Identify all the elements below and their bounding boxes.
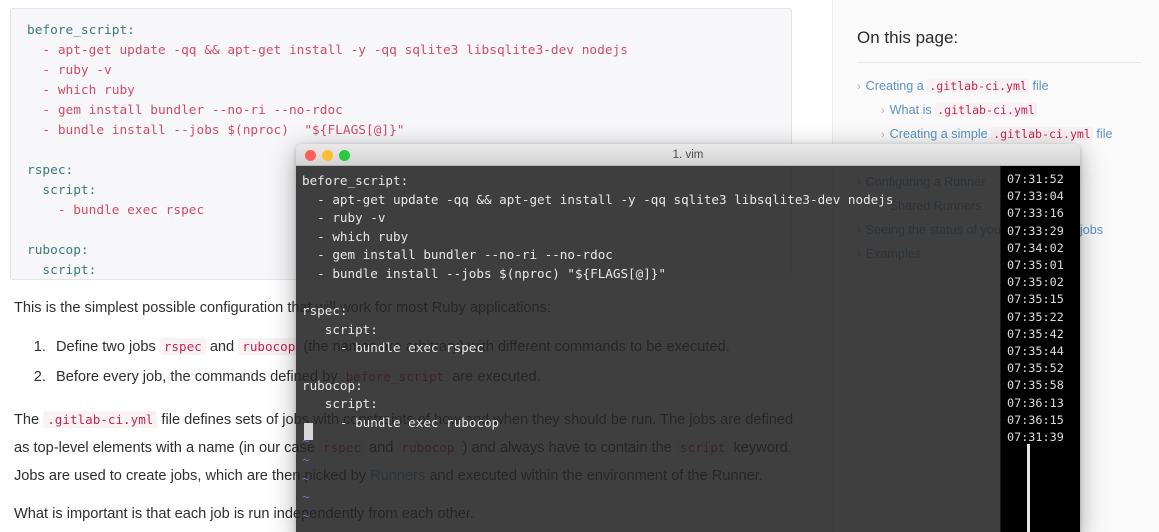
timestamp-scroll-indicator xyxy=(1027,444,1030,532)
timestamp-entry: 07:36:13 xyxy=(1007,395,1064,410)
chevron-right-icon: › xyxy=(881,129,885,141)
timestamp-column: 07:31:52 07:33:04 07:33:16 07:33:29 07:34:02… xyxy=(1000,166,1080,532)
intro-paragraph-prefix: This is the simplest possible configurat… xyxy=(14,300,316,316)
code-value: - ruby -v xyxy=(27,63,112,78)
toc-inline-code: .gitlab-ci.yml xyxy=(935,103,1037,117)
timestamp-entry: 07:31:52 xyxy=(1007,172,1064,186)
timestamp-entry: 07:36:15 xyxy=(1007,412,1064,427)
toc-link[interactable]: Creating a simple .gitlab-ci.yml file xyxy=(890,127,1113,141)
timestamp-entry: 07:35:22 xyxy=(1007,309,1064,324)
code-key: script: xyxy=(27,183,97,198)
code-value: - apt-get update -qq && apt-get install … xyxy=(27,43,628,58)
vim-editor-pane[interactable]: before_script: - apt-get update -qq && a… xyxy=(302,172,1002,525)
inline-code-rubocop: rubocop xyxy=(238,338,300,355)
yml-para-a: The xyxy=(14,412,44,428)
step-text: Define two jobs xyxy=(56,339,160,355)
timestamp-entry: 07:35:01 xyxy=(1007,258,1064,273)
vim-empty-line-marker: ~ xyxy=(302,489,310,505)
sidebar-divider xyxy=(857,62,1141,63)
code-value: - which ruby xyxy=(27,83,135,98)
code-line: - which ruby xyxy=(27,81,775,101)
timestamp-entry: 07:31:39 xyxy=(1007,430,1064,445)
code-key: rspec: xyxy=(27,163,74,178)
minimize-icon[interactable] xyxy=(322,150,333,161)
timestamp-entry: 07:35:15 xyxy=(1007,292,1064,307)
vim-line xyxy=(302,284,1002,303)
timestamp-entry: 07:35:42 xyxy=(1007,326,1064,341)
code-key: before_script: xyxy=(27,23,135,38)
toc-link[interactable]: Creating a .gitlab-ci.yml file xyxy=(866,79,1049,93)
vim-empty-line-marker: ~ xyxy=(302,507,310,523)
toc-item[interactable]: › Creating a .gitlab-ci.yml file xyxy=(857,75,1141,99)
vim-line: - bundle install --jobs $(nproc) "${FLAG… xyxy=(302,265,666,281)
code-line: before_script: xyxy=(27,21,775,41)
code-value: - gem install bundler --no-ri --no-rdoc xyxy=(27,103,343,118)
vim-cursor xyxy=(304,423,313,440)
code-key: script: xyxy=(27,263,97,278)
timestamp-entry: 07:34:02 xyxy=(1007,240,1064,255)
toc-link[interactable]: What is .gitlab-ci.yml xyxy=(890,103,1037,117)
vim-line: - ruby -v xyxy=(302,210,386,226)
toc-label-suffix: file xyxy=(1029,79,1049,93)
inline-code-gitlab-ci-yml: .gitlab-ci.yml xyxy=(43,411,158,428)
vim-line: rspec: xyxy=(302,303,348,319)
timestamp-entry: 07:33:16 xyxy=(1007,206,1064,221)
close-icon[interactable] xyxy=(305,150,316,161)
code-line: - apt-get update -qq && apt-get install … xyxy=(27,41,775,61)
code-value: - bundle exec rspec xyxy=(27,203,205,218)
toc-label-suffix: file xyxy=(1092,127,1113,141)
vim-empty-line-marker: ~ xyxy=(302,470,310,486)
toc-label: Creating a simple xyxy=(889,127,992,141)
vim-line: - gem install bundler --no-ri --no-rdoc xyxy=(302,247,613,263)
code-line: - ruby -v xyxy=(27,61,775,81)
terminal-titlebar[interactable]: 1. vim xyxy=(296,144,1080,166)
toc-label: Creating a xyxy=(865,79,928,93)
vim-empty-line-marker: ~ xyxy=(302,433,310,449)
code-line: - gem install bundler --no-ri --no-rdoc xyxy=(27,101,775,121)
toc-inline-code: .gitlab-ci.yml xyxy=(991,127,1093,141)
vim-line: - bundle exec rubocop xyxy=(302,414,500,430)
chevron-right-icon: › xyxy=(857,81,861,93)
vim-line: before_script: xyxy=(302,173,409,188)
inline-code-rspec: rspec xyxy=(159,338,206,355)
vim-line: - apt-get update -qq && apt-get install … xyxy=(302,191,894,207)
chevron-right-icon: › xyxy=(881,105,885,117)
terminal-window[interactable]: 1. vim before_script: - apt-get update -… xyxy=(296,144,1080,532)
timestamp-entry: 07:35:58 xyxy=(1007,378,1064,393)
code-key: rubocop: xyxy=(27,243,89,258)
timestamp-entry: 07:35:02 xyxy=(1007,275,1064,290)
maximize-icon[interactable] xyxy=(339,150,350,161)
toc-inline-code: .gitlab-ci.yml xyxy=(927,79,1030,93)
vim-line: - bundle exec rspec xyxy=(302,340,484,356)
vim-line: rubocop: xyxy=(302,377,363,393)
timestamp-entry: 07:33:04 xyxy=(1007,189,1064,204)
yml-para-c: top-level elements with a name (in our c… xyxy=(33,440,320,456)
timestamp-entry: 07:33:29 xyxy=(1007,223,1064,238)
vim-line xyxy=(302,358,1002,377)
terminal-body[interactable]: before_script: - apt-get update -qq && a… xyxy=(296,166,1080,532)
toc-item[interactable]: › What is .gitlab-ci.yml xyxy=(857,99,1141,123)
timestamp-entry: 07:35:52 xyxy=(1007,361,1064,376)
code-line: - bundle install --jobs $(nproc) "${FLAG… xyxy=(27,121,775,141)
toc-label: What is xyxy=(889,103,936,117)
vim-line: script: xyxy=(302,321,378,337)
code-value: - bundle install --jobs $(nproc) "${FLAG… xyxy=(27,123,405,138)
window-controls xyxy=(305,150,350,161)
vim-line: - which ruby xyxy=(302,228,409,244)
page-root: before_script: - apt-get update -qq && a… xyxy=(0,0,1159,532)
vim-empty-line-marker: ~ xyxy=(302,451,310,467)
timestamp-entry: 07:35:44 xyxy=(1007,344,1064,359)
step-text-middle: and xyxy=(205,339,239,355)
vim-line: script: xyxy=(302,396,378,412)
terminal-title: 1. vim xyxy=(672,148,704,161)
sidebar-title: On this page: xyxy=(857,28,959,47)
